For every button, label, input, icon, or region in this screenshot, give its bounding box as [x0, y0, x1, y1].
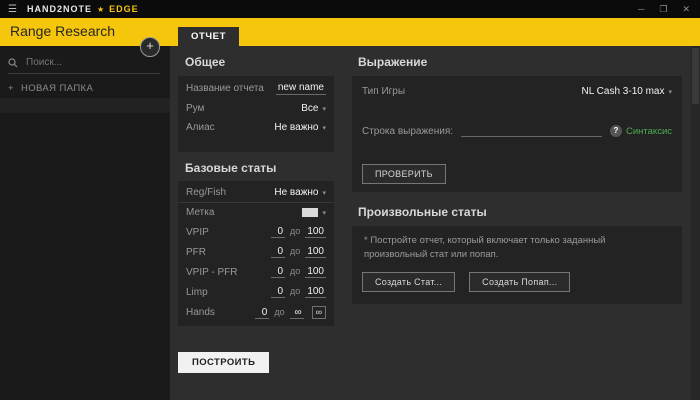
expression-input[interactable]	[461, 124, 602, 137]
scrollbar[interactable]	[691, 46, 700, 400]
vpip-pfr-max-field[interactable]: 100	[305, 266, 326, 278]
hands-max-field[interactable]: ∞	[289, 307, 304, 319]
search-icon	[8, 57, 18, 67]
range-separator: до	[290, 286, 301, 296]
custom-stats-buttons: Создать Стат... Создать Попап...	[362, 272, 571, 292]
section-heading-general: Общее	[185, 55, 226, 69]
app-header-bar: Range Research ОТЧЕТ +	[0, 18, 700, 57]
limp-max-field[interactable]: 100	[305, 286, 326, 298]
limp-min-field[interactable]: 0	[271, 286, 286, 298]
sidebar: + НОВАЯ ПАПКА	[0, 46, 170, 400]
expression-input-row: Строка выражения: ? Синтаксис	[352, 97, 682, 137]
vpip-max-field[interactable]: 100	[305, 226, 326, 238]
game-type-value: NL Cash 3-10 max	[581, 86, 665, 97]
syntax-help-label: Синтаксис	[625, 125, 672, 137]
add-report-button[interactable]: +	[140, 37, 160, 57]
chevron-down-icon: ▾	[322, 124, 326, 132]
expression-panel: Тип Игры NL Cash 3-10 max ▾ Строка выраж…	[352, 76, 682, 192]
alias-value: Не важно	[274, 122, 319, 133]
room-row: Рум Все ▾	[178, 99, 334, 118]
room-select[interactable]: Все ▾	[301, 103, 326, 114]
plus-icon: +	[8, 83, 14, 94]
base-stats-panel: Reg/Fish Не важно ▾ Метка ▾ VPIP 0 до 10…	[178, 181, 334, 326]
metka-label: Метка	[186, 207, 215, 218]
create-stat-button[interactable]: Создать Стат...	[362, 272, 456, 292]
section-heading-expression: Выражение	[358, 55, 428, 69]
regfish-label: Reg/Fish	[186, 187, 227, 198]
custom-stats-panel: * Постройте отчет, который включает толь…	[352, 226, 682, 304]
search-bar	[8, 56, 160, 74]
hands-min-field[interactable]: 0	[255, 307, 270, 319]
regfish-row: Reg/Fish Не важно ▾	[178, 183, 334, 203]
stat-range-row: VPIP 0 до 100	[178, 222, 334, 242]
app-brand: HAND2NOTE	[26, 4, 92, 14]
range-separator: до	[290, 266, 301, 276]
window-controls: ─ ❐ ✕	[638, 4, 700, 15]
page-title: Range Research	[10, 23, 116, 39]
app-edition: EDGE	[109, 4, 139, 14]
room-label: Рум	[186, 103, 205, 114]
regfish-select[interactable]: Не важно ▾	[274, 187, 326, 198]
game-type-row: Тип Игры NL Cash 3-10 max ▾	[352, 76, 682, 97]
check-expression-button[interactable]: ПРОВЕРИТЬ	[362, 164, 446, 184]
build-button[interactable]: ПОСТРОИТЬ	[178, 352, 270, 373]
question-mark-icon: ?	[609, 125, 622, 137]
tab-report[interactable]: ОТЧЕТ	[178, 27, 240, 46]
pfr-label: PFR	[186, 246, 206, 258]
chevron-down-icon: ▾	[322, 105, 326, 113]
report-name-row: Название отчета new name	[178, 78, 334, 99]
range-separator: до	[274, 307, 285, 317]
range-separator: до	[290, 246, 301, 256]
app-window: ☰ HAND2NOTE ★ EDGE ─ ❐ ✕ Range Research …	[0, 0, 700, 400]
game-type-select[interactable]: NL Cash 3-10 max ▾	[581, 86, 672, 97]
stat-range-row: PFR 0 до 100	[178, 242, 334, 262]
maximize-button[interactable]: ❐	[659, 4, 667, 15]
hamburger-menu-icon[interactable]: ☰	[8, 4, 17, 15]
vpip-min-field[interactable]: 0	[271, 226, 286, 238]
stat-range-row: Limp 0 до 100	[178, 282, 334, 302]
label-row: Метка ▾	[178, 203, 334, 222]
star-icon: ★	[96, 4, 105, 14]
vpip-label: VPIP	[186, 226, 209, 238]
room-value: Все	[301, 103, 319, 114]
chevron-down-icon: ▾	[322, 209, 326, 217]
search-input[interactable]	[24, 56, 152, 69]
custom-stats-note: * Постройте отчет, который включает толь…	[364, 235, 606, 261]
folder-list-highlight-row[interactable]	[0, 98, 170, 113]
pfr-min-field[interactable]: 0	[271, 246, 286, 258]
report-name-label: Название отчета	[186, 83, 264, 94]
range-separator: до	[290, 226, 301, 236]
create-popup-button[interactable]: Создать Попап...	[469, 272, 571, 292]
stat-range-row: Hands 0 до ∞ ∞	[178, 302, 334, 323]
general-panel: Название отчета new name Рум Все ▾ Алиас…	[178, 76, 334, 152]
chevron-down-icon: ▾	[668, 88, 672, 96]
minimize-button[interactable]: ─	[638, 4, 644, 14]
infinity-toggle-button[interactable]: ∞	[311, 306, 326, 319]
vpip-pfr-label: VPIP - PFR	[186, 266, 238, 278]
new-folder-label: НОВАЯ ПАПКА	[20, 83, 94, 94]
metka-color-select[interactable]: ▾	[302, 208, 326, 217]
section-heading-custom-stats: Произвольные статы	[358, 205, 487, 219]
syntax-help-link[interactable]: ? Синтаксис	[609, 125, 672, 137]
limp-label: Limp	[186, 286, 208, 298]
section-heading-base-stats: Базовые статы	[185, 161, 277, 175]
expression-label: Строка выражения:	[362, 126, 454, 137]
regfish-value: Не важно	[274, 187, 319, 198]
scrollbar-thumb[interactable]	[692, 48, 699, 104]
close-button[interactable]: ✕	[682, 4, 690, 15]
pfr-max-field[interactable]: 100	[305, 246, 326, 258]
stat-range-row: VPIP - PFR 0 до 100	[178, 262, 334, 282]
chevron-down-icon: ▾	[322, 189, 326, 197]
alias-label: Алиас	[186, 122, 215, 133]
alias-row: Алиас Не важно ▾	[178, 118, 334, 137]
report-name-field[interactable]: new name	[275, 82, 326, 95]
new-folder-button[interactable]: + НОВАЯ ПАПКА	[8, 83, 93, 94]
alias-select[interactable]: Не важно ▾	[274, 122, 326, 133]
vpip-pfr-min-field[interactable]: 0	[271, 266, 286, 278]
game-type-label: Тип Игры	[362, 86, 406, 97]
color-swatch	[302, 208, 319, 217]
titlebar: ☰ HAND2NOTE ★ EDGE ─ ❐ ✕	[0, 0, 700, 18]
hands-label: Hands	[186, 307, 215, 318]
